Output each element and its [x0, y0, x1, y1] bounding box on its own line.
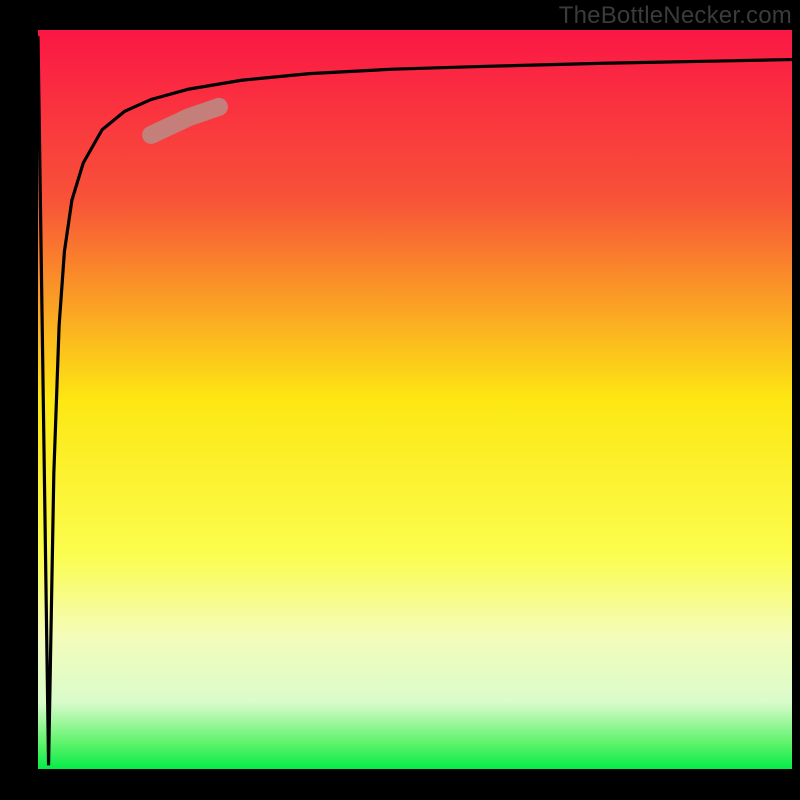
chart-frame: TheBottleNecker.com — [0, 0, 800, 800]
bottleneck-chart — [0, 0, 800, 800]
